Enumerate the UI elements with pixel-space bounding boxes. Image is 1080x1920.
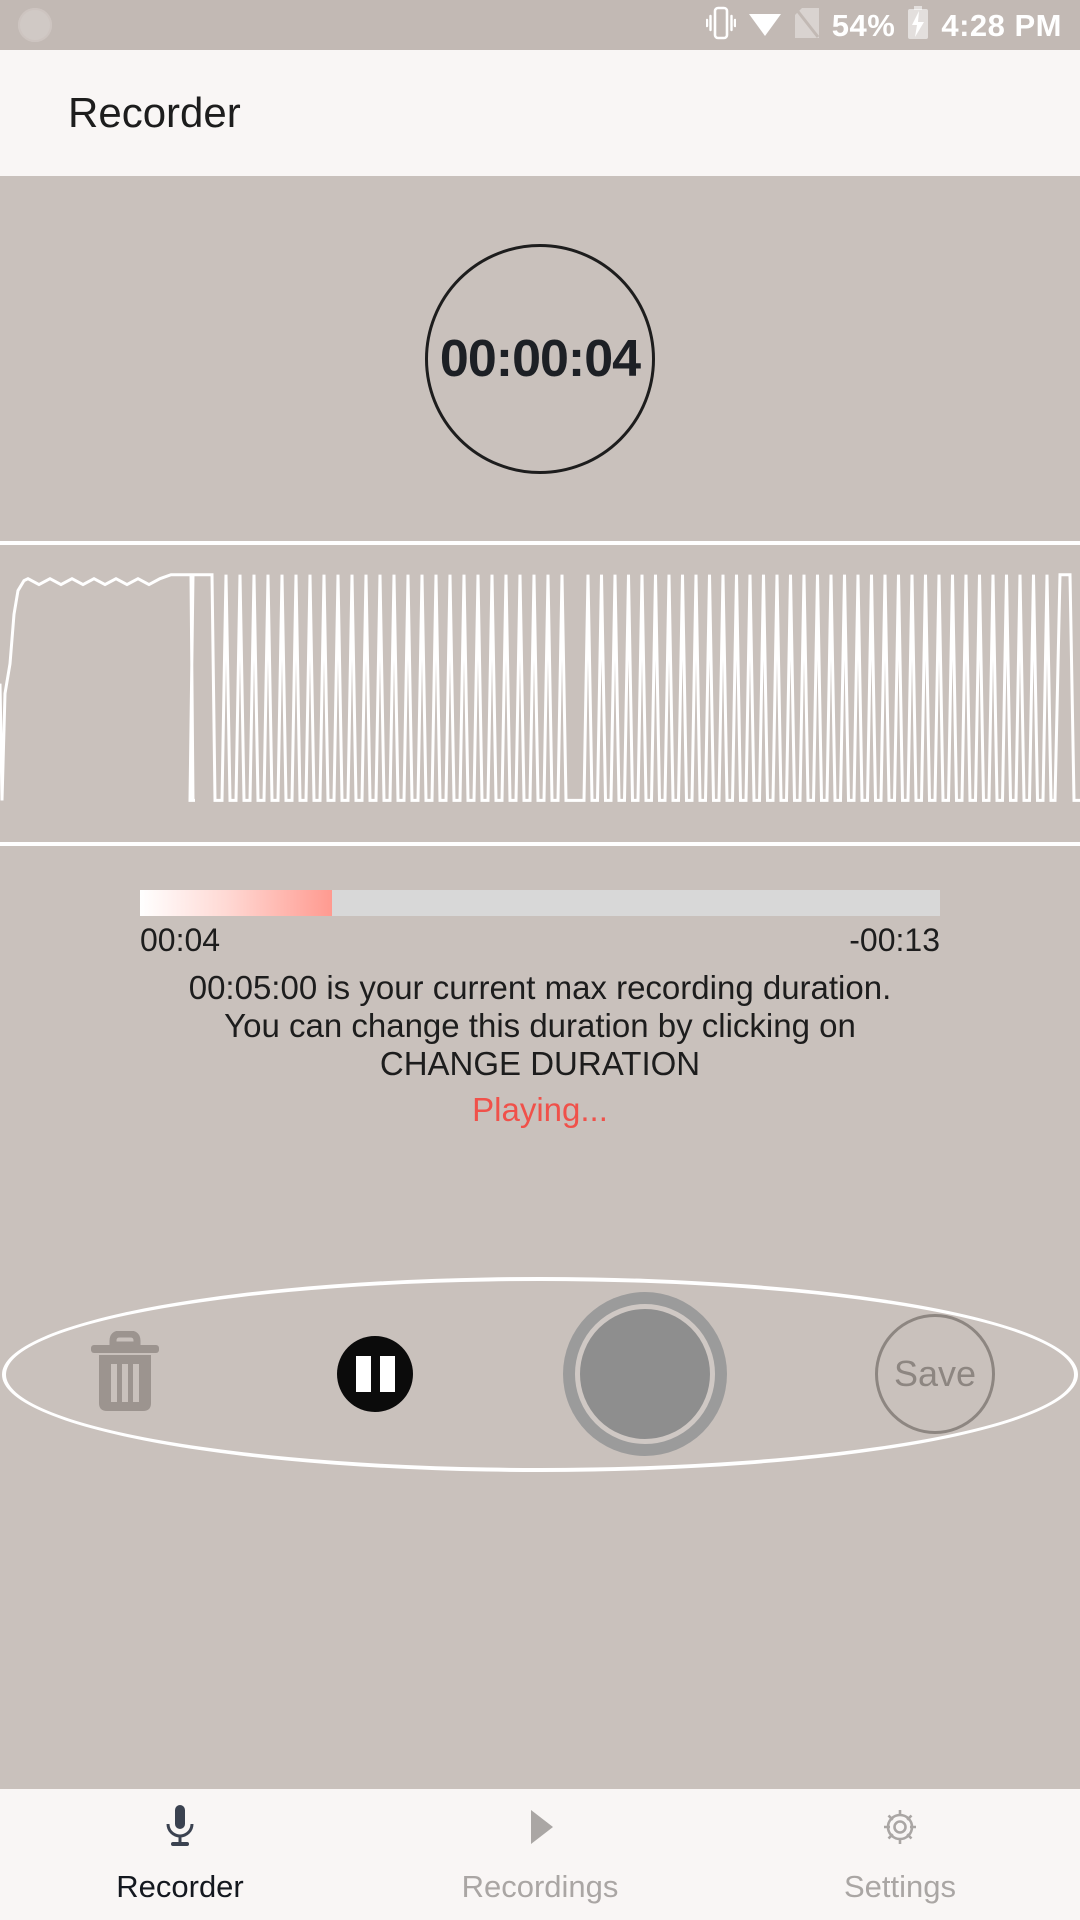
change-duration-label[interactable]: CHANGE DURATION [40,1045,1040,1083]
record-button[interactable] [500,1292,790,1457]
nav-label-recorder: Recorder [116,1869,244,1904]
status-bar: 54% 4:28 PM [0,0,1080,50]
nav-item-recorder[interactable]: Recorder [0,1804,360,1905]
elapsed-time-label: 00:04 [140,922,221,958]
time-labels-row: 00:04 -00:13 [0,922,1080,959]
playback-status-label: Playing... [472,1090,608,1128]
play-triangle-icon [523,1804,557,1855]
app-bar: Recorder [0,50,1080,176]
trash-icon [89,1330,161,1418]
remaining-time-label: -00:13 [849,922,940,958]
info-line-2: You can change this duration by clicking… [224,1006,856,1044]
nav-item-recordings[interactable]: Recordings [360,1804,720,1905]
controls-section: Save [0,1128,1080,1789]
delete-button[interactable] [0,1330,250,1418]
playback-info-section: 00:04 -00:13 00:05:00 is your current ma… [0,846,1080,1129]
info-line-1: 00:05:00 is your current max recording d… [188,969,892,1006]
circle-notification-icon [18,8,52,42]
progress-track[interactable] [140,890,940,916]
status-bar-left [18,8,706,42]
battery-charging-icon [907,5,929,45]
pause-icon [337,1336,413,1413]
status-bar-right: 54% 4:28 PM [705,5,1062,45]
pause-bar-left [355,1356,371,1393]
battery-percent-label: 54% [831,7,896,43]
pause-button[interactable] [250,1336,500,1413]
record-button-inner [575,1304,715,1445]
bottom-navigation: Recorder Recordings Settings [0,1789,1080,1920]
nav-label-recordings: Recordings [461,1869,619,1904]
microphone-icon [163,1804,197,1855]
record-button-icon [563,1292,727,1457]
page-title: Recorder [68,89,241,136]
save-button-circle: Save [875,1314,995,1435]
nav-item-settings[interactable]: Settings [720,1804,1080,1905]
controls-row: Save [0,1277,1080,1472]
clock-label: 4:28 PM [941,7,1062,43]
timer-circle: 00:00:04 [425,243,655,474]
recorder-app-screen: 54% 4:28 PM Recorder 00:00:04 00:04 -00:… [0,0,1080,1920]
timer-section: 00:00:04 [0,176,1080,541]
save-button-label: Save [893,1353,977,1395]
save-button[interactable]: Save [790,1314,1080,1435]
max-duration-info: 00:05:00 is your current max recording d… [0,969,1080,1129]
progress-bar-row[interactable] [0,890,1080,916]
pause-bar-right [379,1356,395,1393]
elapsed-timer-label: 00:00:04 [439,329,641,388]
waveform-display [0,541,1080,846]
vibrate-icon [705,6,736,45]
progress-fill [140,890,332,916]
waveform-path [0,545,1080,842]
nav-label-settings: Settings [843,1869,956,1904]
no-sim-icon [794,7,820,44]
gear-icon [878,1804,922,1855]
wifi-icon [748,9,782,42]
